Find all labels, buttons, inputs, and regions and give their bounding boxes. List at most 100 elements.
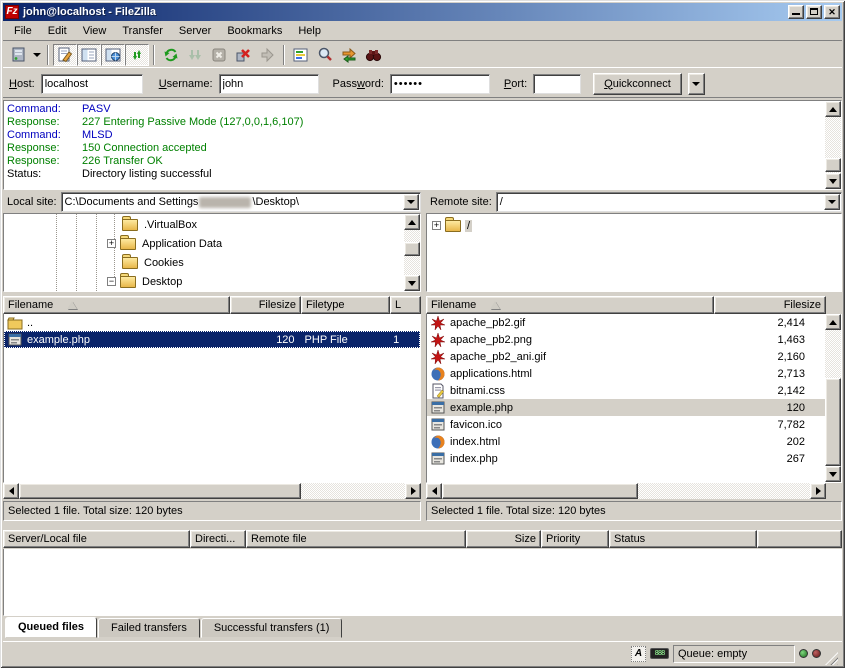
column-header-priority[interactable]: Priority (541, 530, 609, 548)
menu-view[interactable]: View (76, 23, 114, 39)
site-manager-icon (10, 47, 27, 63)
tree-item-cookies[interactable]: Cookies (122, 253, 186, 272)
data-type-indicator-icon[interactable]: A (631, 646, 646, 662)
resize-grip[interactable] (825, 652, 838, 665)
file-row[interactable]: index.php 267 (427, 450, 827, 467)
site-manager-dropdown[interactable] (30, 44, 43, 66)
file-row-example-php[interactable]: example.php 120 PHP File 1 (4, 331, 420, 348)
column-header-status[interactable]: Status (609, 530, 757, 548)
column-header-direction[interactable]: Directi... (190, 530, 246, 548)
scroll-up-button[interactable] (825, 101, 841, 117)
scroll-thumb[interactable] (404, 242, 420, 256)
tree-item-desktop[interactable]: − Desktop (107, 272, 184, 291)
scroll-thumb[interactable] (825, 158, 841, 172)
column-header-filename[interactable]: Filename (3, 296, 230, 314)
expand-plus-icon[interactable]: + (432, 221, 441, 230)
local-horizontal-scrollbar[interactable] (3, 483, 421, 499)
file-row[interactable]: apache_pb2.png 1,463 (427, 331, 827, 348)
log-vertical-scrollbar[interactable] (825, 101, 841, 189)
column-header-filesize[interactable]: Filesize (714, 296, 826, 314)
column-header-server-local-file[interactable]: Server/Local file (3, 530, 190, 548)
file-row[interactable]: favicon.ico 7,782 (427, 416, 827, 433)
log-line: Response:227 Entering Passive Mode (127,… (4, 116, 841, 129)
quickconnect-dropdown[interactable] (688, 73, 705, 95)
toolbar-separator (47, 45, 49, 65)
file-row[interactable]: apache_pb2_ani.gif 2,160 (427, 348, 827, 365)
collapse-minus-icon[interactable]: − (107, 277, 116, 286)
tree-item-virtualbox[interactable]: .VirtualBox (122, 215, 199, 234)
remote-horizontal-scrollbar[interactable] (426, 483, 826, 499)
tree-item-root[interactable]: + / (432, 216, 472, 235)
refresh-button[interactable] (159, 44, 183, 66)
queue-body[interactable] (3, 549, 842, 616)
tree-item-application-data[interactable]: + Application Data (107, 234, 224, 253)
title-bar[interactable]: Fz john@localhost - FileZilla ✕ (3, 3, 842, 21)
file-row[interactable]: applications.html 2,713 (427, 365, 827, 382)
speed-limit-icon[interactable]: 888 (650, 648, 669, 659)
menu-server[interactable]: Server (172, 23, 218, 39)
file-row[interactable]: apache_pb2.gif 2,414 (427, 314, 827, 331)
scroll-thumb[interactable] (825, 378, 841, 466)
toggle-message-log-button[interactable] (53, 44, 77, 66)
synchronized-browsing-button[interactable] (337, 44, 361, 66)
scroll-down-button[interactable] (404, 275, 420, 291)
column-header-filesize[interactable]: Filesize (230, 296, 301, 314)
menu-bookmarks[interactable]: Bookmarks (220, 23, 289, 39)
menu-transfer[interactable]: Transfer (115, 23, 170, 39)
toggle-local-tree-button[interactable] (77, 44, 101, 66)
scroll-thumb[interactable] (442, 483, 638, 499)
remote-site-dropdown-button[interactable] (824, 194, 840, 210)
menu-help[interactable]: Help (291, 23, 328, 39)
column-header-remote-file[interactable]: Remote file (246, 530, 466, 548)
tab-successful-transfers[interactable]: Successful transfers (1) (201, 618, 343, 638)
column-header-filetype[interactable]: Filetype (301, 296, 390, 314)
filezilla-app-icon[interactable]: Fz (5, 5, 19, 19)
menu-file[interactable]: File (7, 23, 39, 39)
scroll-up-button[interactable] (404, 214, 420, 230)
menu-edit[interactable]: Edit (41, 23, 74, 39)
close-button[interactable]: ✕ (824, 5, 840, 19)
minimize-button[interactable] (788, 5, 804, 19)
local-path-prefix: C:\Documents and Settings (65, 196, 199, 208)
disconnect-button[interactable] (231, 44, 255, 66)
port-input[interactable] (533, 74, 581, 94)
directory-comparison-button[interactable] (313, 44, 337, 66)
scroll-right-button[interactable] (405, 483, 421, 499)
file-row[interactable]: bitnami.css 2,142 (427, 382, 827, 399)
process-queue-button[interactable] (183, 44, 207, 66)
local-site-dropdown-button[interactable] (403, 194, 419, 210)
file-row-parent-dir[interactable]: .. (4, 314, 420, 331)
scroll-down-button[interactable] (825, 466, 841, 482)
file-row-selected[interactable]: example.php 120 (427, 399, 827, 416)
scroll-left-button[interactable] (426, 483, 442, 499)
directory-listing-filter-button[interactable] (289, 44, 313, 66)
column-header-size[interactable]: Size (466, 530, 541, 548)
quickconnect-button[interactable]: Quickconnect (593, 73, 682, 95)
file-row[interactable]: index.html 202 (427, 433, 827, 450)
maximize-button[interactable] (806, 5, 822, 19)
php-file-icon (430, 400, 446, 416)
scroll-thumb[interactable] (19, 483, 301, 499)
username-input[interactable] (219, 74, 319, 94)
scroll-left-button[interactable] (3, 483, 19, 499)
find-files-button[interactable] (361, 44, 385, 66)
remote-site-combobox[interactable]: / (496, 192, 842, 212)
toggle-transfer-queue-button[interactable] (125, 44, 149, 66)
local-tree-scrollbar[interactable] (404, 214, 420, 291)
password-input[interactable] (390, 74, 490, 94)
tab-queued-files[interactable]: Queued files (5, 617, 97, 638)
reconnect-button[interactable] (255, 44, 279, 66)
expand-plus-icon[interactable]: + (107, 239, 116, 248)
site-manager-button[interactable] (6, 44, 30, 66)
scroll-down-button[interactable] (825, 173, 841, 189)
cancel-operation-button[interactable] (207, 44, 231, 66)
column-header-lastmodified[interactable]: L (390, 296, 421, 314)
host-input[interactable] (41, 74, 143, 94)
remote-list-scrollbar[interactable] (825, 314, 841, 482)
tab-failed-transfers[interactable]: Failed transfers (98, 618, 200, 638)
toggle-remote-tree-button[interactable] (101, 44, 125, 66)
column-header-filename[interactable]: Filename (426, 296, 714, 314)
local-site-combobox[interactable]: C:\Documents and Settings\Desktop\ (61, 192, 421, 212)
scroll-right-button[interactable] (810, 483, 826, 499)
scroll-up-button[interactable] (825, 314, 841, 330)
